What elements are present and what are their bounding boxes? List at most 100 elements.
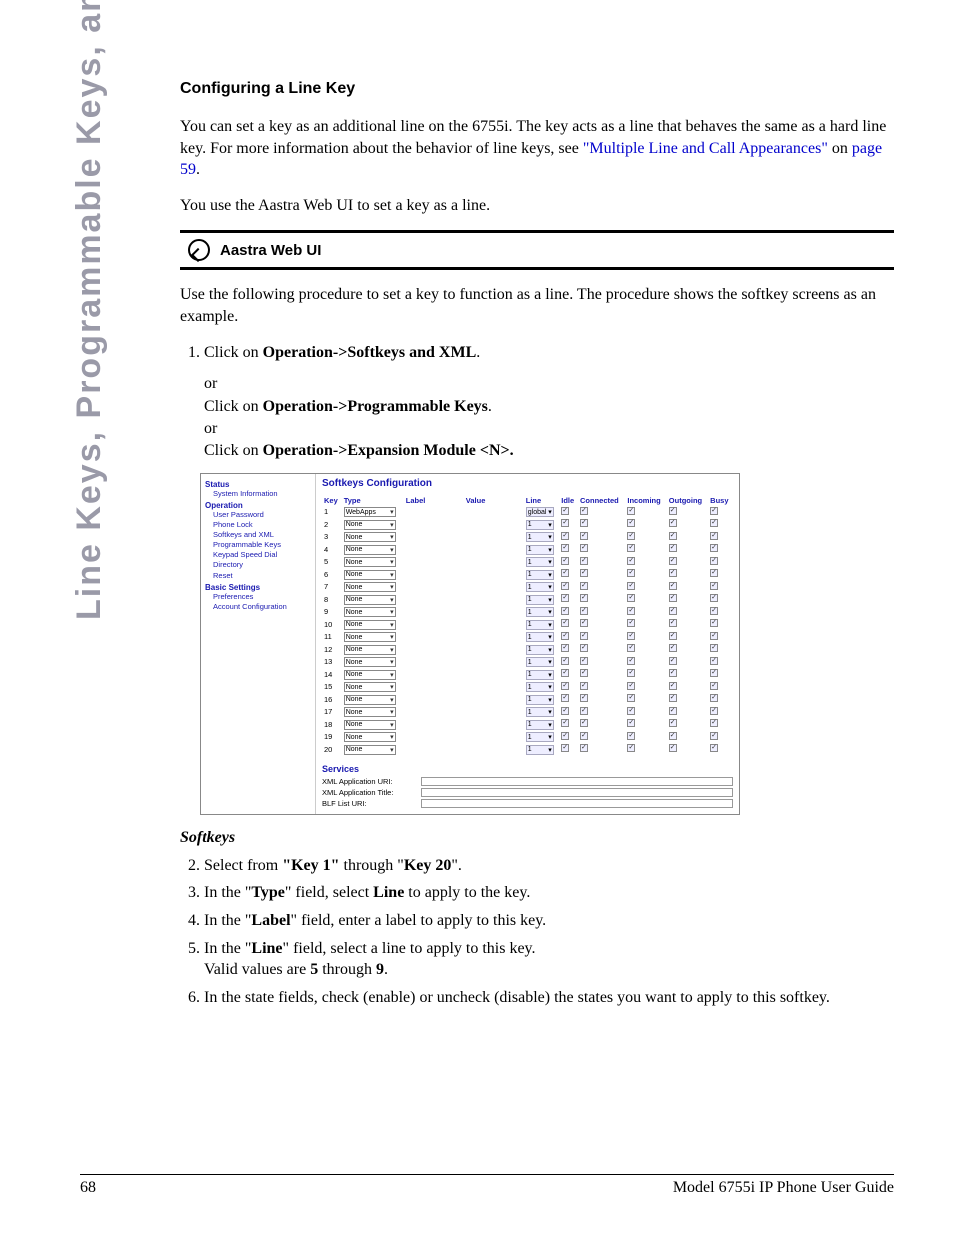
ss-line-select[interactable]: 1▾ <box>526 720 554 730</box>
ss-incoming-checkbox[interactable] <box>627 507 635 515</box>
ss-idle-checkbox[interactable] <box>561 519 569 527</box>
ss-nav-item[interactable]: Reset <box>205 571 311 581</box>
ss-nav-item[interactable]: Directory <box>205 560 311 570</box>
ss-type-select[interactable]: None▾ <box>344 670 396 680</box>
ss-line-select[interactable]: 1▾ <box>526 520 554 530</box>
ss-line-select[interactable]: 1▾ <box>526 707 554 717</box>
ss-type-select[interactable]: None▾ <box>344 732 396 742</box>
ss-incoming-checkbox[interactable] <box>627 644 635 652</box>
ss-busy-checkbox[interactable] <box>710 657 718 665</box>
ss-busy-checkbox[interactable] <box>710 732 718 740</box>
ss-idle-checkbox[interactable] <box>561 607 569 615</box>
ss-outgoing-checkbox[interactable] <box>669 582 677 590</box>
ss-incoming-checkbox[interactable] <box>627 707 635 715</box>
ss-incoming-checkbox[interactable] <box>627 682 635 690</box>
ss-connected-checkbox[interactable] <box>580 719 588 727</box>
ss-busy-checkbox[interactable] <box>710 719 718 727</box>
ss-line-select[interactable]: 1▾ <box>526 682 554 692</box>
ss-idle-checkbox[interactable] <box>561 719 569 727</box>
ss-line-select[interactable]: 1▾ <box>526 620 554 630</box>
ss-line-select[interactable]: 1▾ <box>526 582 554 592</box>
ss-idle-checkbox[interactable] <box>561 732 569 740</box>
ss-incoming-checkbox[interactable] <box>627 519 635 527</box>
ss-incoming-checkbox[interactable] <box>627 732 635 740</box>
ss-line-select[interactable]: 1▾ <box>526 645 554 655</box>
ss-connected-checkbox[interactable] <box>580 644 588 652</box>
ss-type-select[interactable]: None▾ <box>344 632 396 642</box>
ss-busy-checkbox[interactable] <box>710 532 718 540</box>
ss-idle-checkbox[interactable] <box>561 544 569 552</box>
ss-incoming-checkbox[interactable] <box>627 657 635 665</box>
ss-nav-item[interactable]: Keypad Speed Dial <box>205 550 311 560</box>
ss-type-select[interactable]: None▾ <box>344 720 396 730</box>
ss-connected-checkbox[interactable] <box>580 732 588 740</box>
ss-idle-checkbox[interactable] <box>561 532 569 540</box>
ss-idle-checkbox[interactable] <box>561 569 569 577</box>
ss-line-select[interactable]: 1▾ <box>526 607 554 617</box>
ss-idle-checkbox[interactable] <box>561 682 569 690</box>
ss-outgoing-checkbox[interactable] <box>669 507 677 515</box>
ss-busy-checkbox[interactable] <box>710 694 718 702</box>
ss-type-select[interactable]: None▾ <box>344 607 396 617</box>
ss-connected-checkbox[interactable] <box>580 594 588 602</box>
ss-connected-checkbox[interactable] <box>580 507 588 515</box>
ss-idle-checkbox[interactable] <box>561 669 569 677</box>
ss-incoming-checkbox[interactable] <box>627 532 635 540</box>
ss-idle-checkbox[interactable] <box>561 557 569 565</box>
ss-busy-checkbox[interactable] <box>710 544 718 552</box>
ss-outgoing-checkbox[interactable] <box>669 644 677 652</box>
ss-connected-checkbox[interactable] <box>580 744 588 752</box>
ss-nav-basic[interactable]: Basic Settings <box>205 583 311 592</box>
ss-incoming-checkbox[interactable] <box>627 619 635 627</box>
ss-idle-checkbox[interactable] <box>561 707 569 715</box>
ss-line-select[interactable]: global▾ <box>526 507 554 517</box>
ss-busy-checkbox[interactable] <box>710 569 718 577</box>
ss-type-select[interactable]: None▾ <box>344 645 396 655</box>
ss-type-select[interactable]: None▾ <box>344 582 396 592</box>
ss-outgoing-checkbox[interactable] <box>669 669 677 677</box>
ss-idle-checkbox[interactable] <box>561 657 569 665</box>
ss-nav-item[interactable]: Softkeys and XML <box>205 530 311 540</box>
ss-incoming-checkbox[interactable] <box>627 544 635 552</box>
ss-type-select[interactable]: None▾ <box>344 520 396 530</box>
ss-outgoing-checkbox[interactable] <box>669 744 677 752</box>
ss-connected-checkbox[interactable] <box>580 519 588 527</box>
ss-nav-item[interactable]: Account Configuration <box>205 602 311 612</box>
ss-idle-checkbox[interactable] <box>561 744 569 752</box>
ss-service-input[interactable] <box>421 799 733 808</box>
ss-nav-item[interactable]: Programmable Keys <box>205 540 311 550</box>
ss-line-select[interactable]: 1▾ <box>526 695 554 705</box>
ss-outgoing-checkbox[interactable] <box>669 707 677 715</box>
ss-line-select[interactable]: 1▾ <box>526 570 554 580</box>
ss-type-select[interactable]: WebApps▾ <box>344 507 396 517</box>
ss-nav-item[interactable]: User Password <box>205 510 311 520</box>
ss-outgoing-checkbox[interactable] <box>669 619 677 627</box>
ss-incoming-checkbox[interactable] <box>627 632 635 640</box>
ss-type-select[interactable]: None▾ <box>344 745 396 755</box>
ss-idle-checkbox[interactable] <box>561 619 569 627</box>
ss-busy-checkbox[interactable] <box>710 669 718 677</box>
ss-outgoing-checkbox[interactable] <box>669 557 677 565</box>
ss-connected-checkbox[interactable] <box>580 607 588 615</box>
ss-line-select[interactable]: 1▾ <box>526 670 554 680</box>
ss-connected-checkbox[interactable] <box>580 544 588 552</box>
ss-busy-checkbox[interactable] <box>710 619 718 627</box>
ss-type-select[interactable]: None▾ <box>344 657 396 667</box>
ss-type-select[interactable]: None▾ <box>344 620 396 630</box>
ss-busy-checkbox[interactable] <box>710 744 718 752</box>
ss-nav-status[interactable]: Status <box>205 480 311 489</box>
ss-line-select[interactable]: 1▾ <box>526 595 554 605</box>
ss-service-input[interactable] <box>421 777 733 786</box>
ss-nav-item[interactable]: Phone Lock <box>205 520 311 530</box>
ss-type-select[interactable]: None▾ <box>344 570 396 580</box>
ss-outgoing-checkbox[interactable] <box>669 519 677 527</box>
ss-idle-checkbox[interactable] <box>561 594 569 602</box>
ss-incoming-checkbox[interactable] <box>627 582 635 590</box>
ss-outgoing-checkbox[interactable] <box>669 632 677 640</box>
ss-connected-checkbox[interactable] <box>580 619 588 627</box>
ss-busy-checkbox[interactable] <box>710 607 718 615</box>
ss-incoming-checkbox[interactable] <box>627 557 635 565</box>
link-multiple-line[interactable]: "Multiple Line and Call Appearances" <box>583 140 828 157</box>
ss-idle-checkbox[interactable] <box>561 507 569 515</box>
ss-outgoing-checkbox[interactable] <box>669 532 677 540</box>
